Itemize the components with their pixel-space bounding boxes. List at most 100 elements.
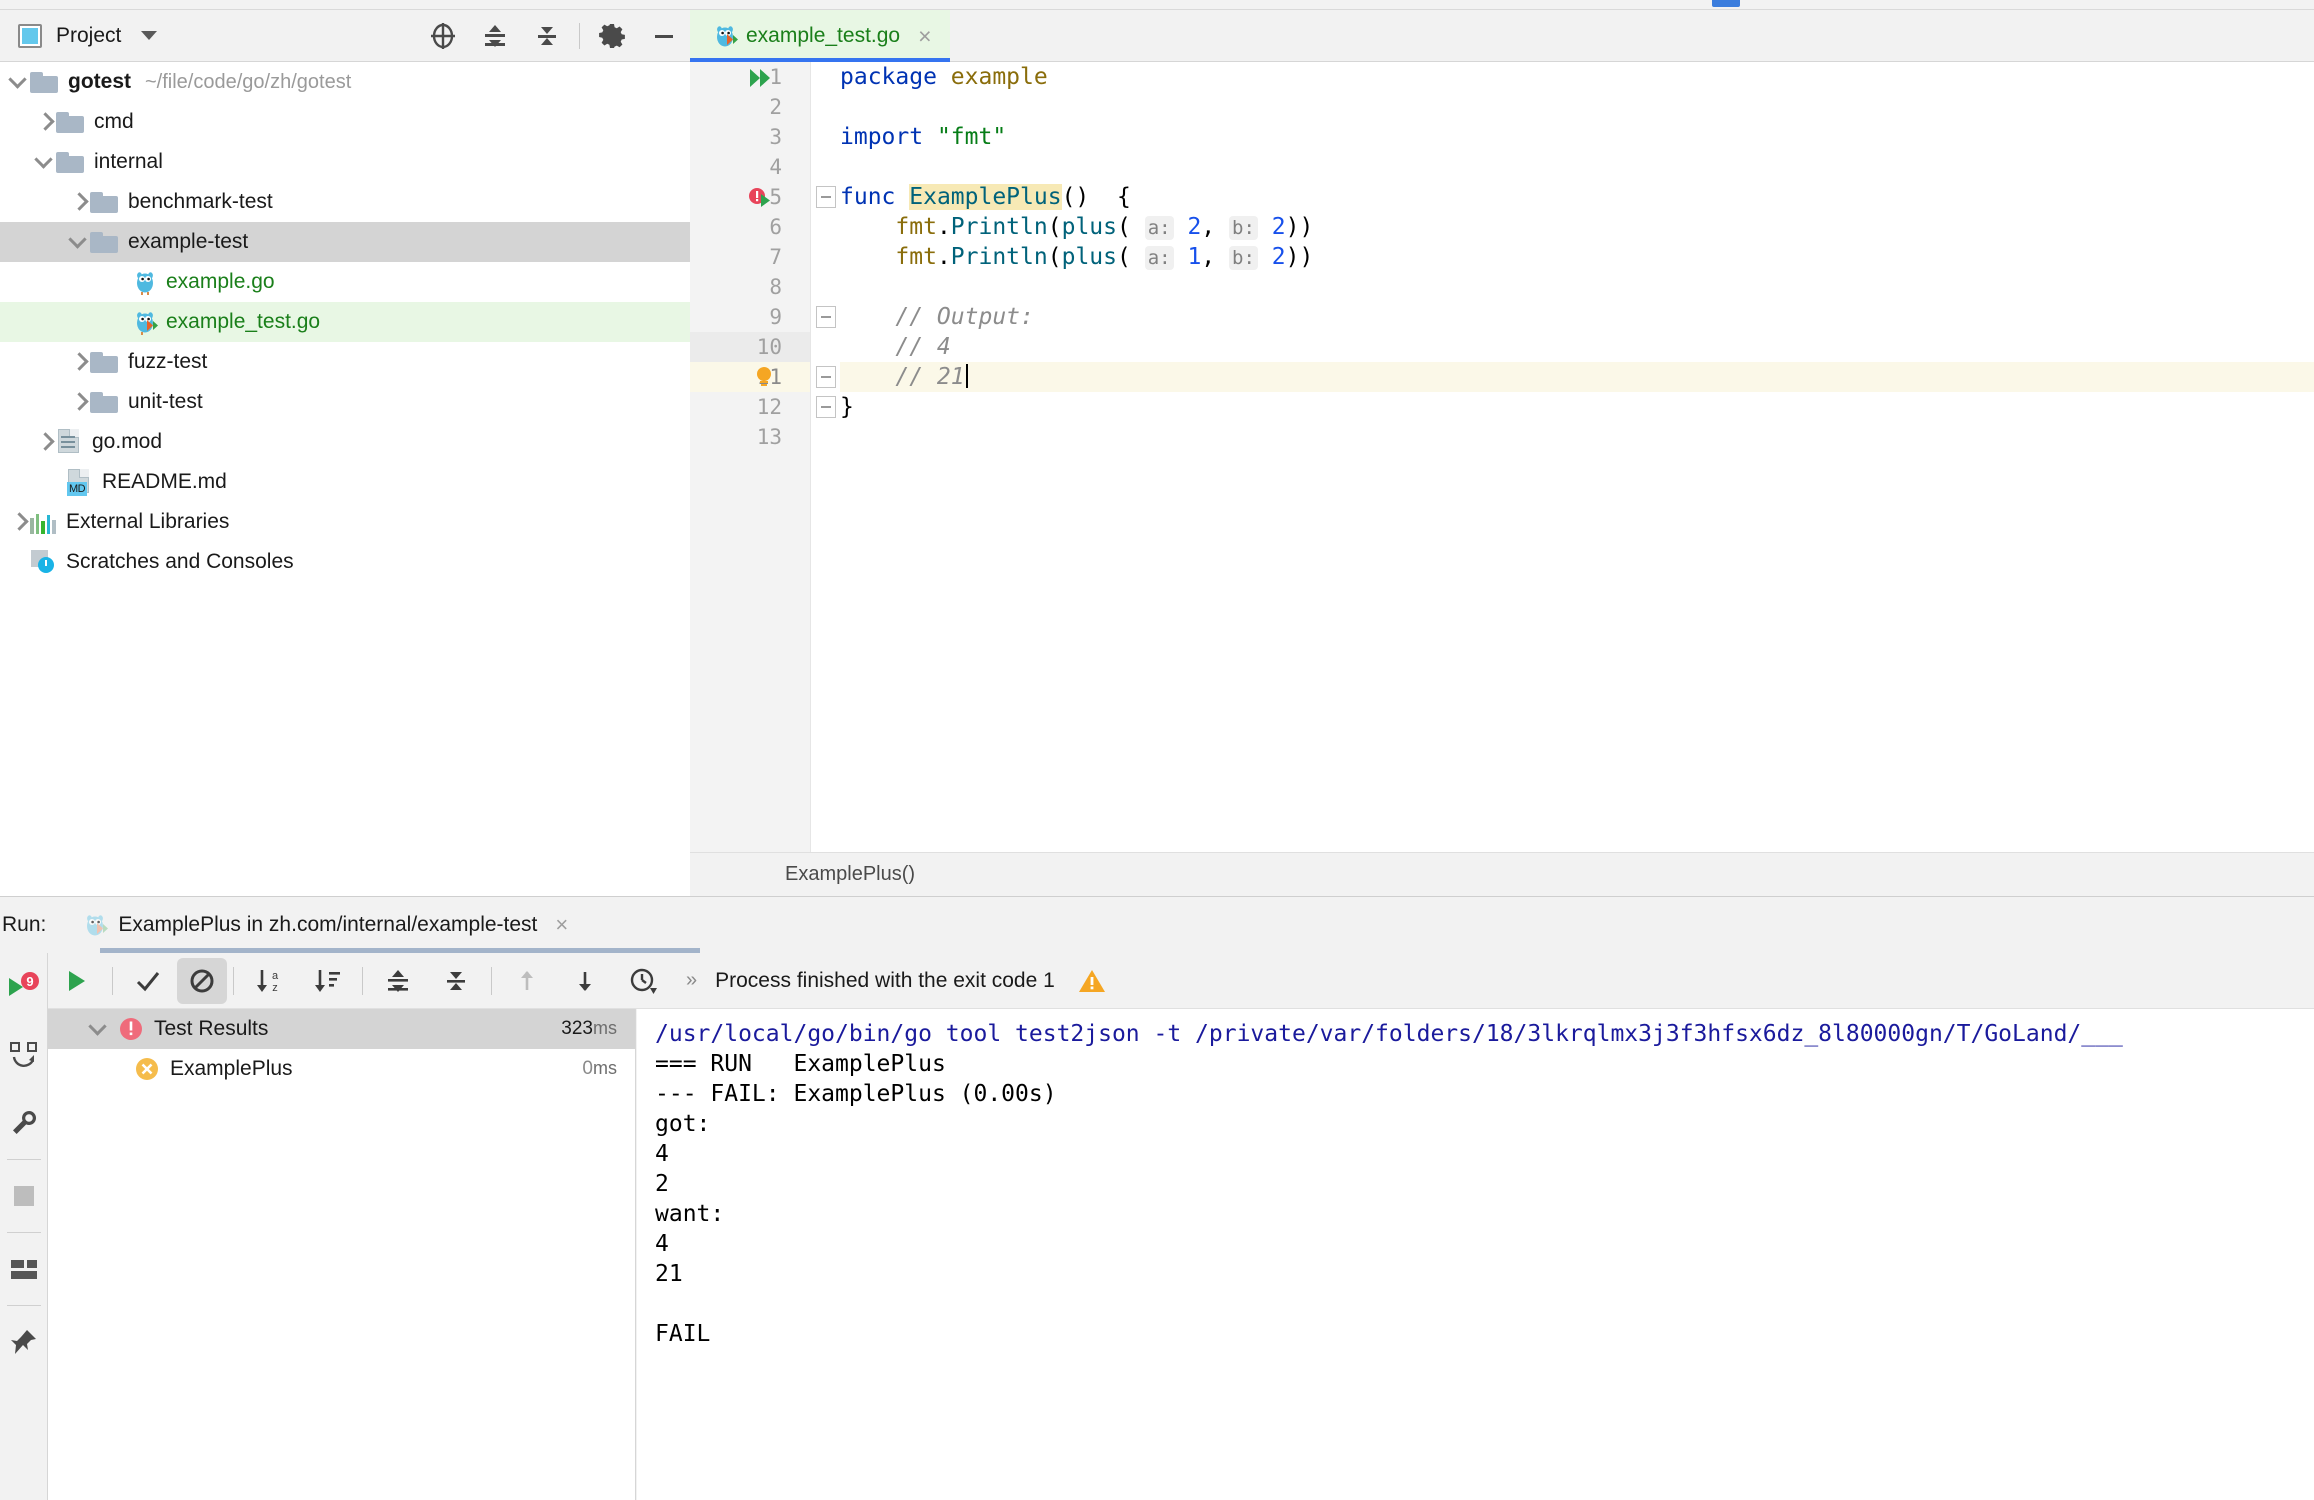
chevron-right-icon[interactable] xyxy=(34,111,56,133)
code-line-10[interactable]: // 4 xyxy=(840,332,2314,362)
breadcrumb[interactable]: ExamplePlus() xyxy=(690,852,2314,896)
chevron-right-icon[interactable] xyxy=(34,431,56,453)
tree-item-example-test-go[interactable]: example_test.go xyxy=(0,302,690,342)
show-passed-icon[interactable] xyxy=(119,953,177,1009)
tree-item-scratches-and-consoles[interactable]: Scratches and Consoles xyxy=(0,542,690,582)
tree-item-label: Scratches and Consoles xyxy=(66,550,294,573)
tree-item-example-test[interactable]: example-test xyxy=(0,222,690,262)
code-line-12[interactable]: } xyxy=(840,392,2314,422)
settings-wrench-icon[interactable] xyxy=(0,1089,48,1157)
fold-marker-icon[interactable] xyxy=(816,366,836,388)
chevron-down-icon[interactable] xyxy=(34,151,56,173)
token: plus xyxy=(1061,214,1117,240)
editor-tab-label: example_test.go xyxy=(746,24,901,47)
fold-marker-icon[interactable] xyxy=(816,186,836,208)
rerun-with-badge-icon[interactable]: 9 xyxy=(0,953,48,1021)
tree-item-label: internal xyxy=(94,150,163,173)
tree-item-label: example_test.go xyxy=(166,310,321,333)
code-line-9[interactable]: // Output: xyxy=(840,302,2314,332)
line-number: 4 xyxy=(769,155,782,179)
tree-item-cmd[interactable]: cmd xyxy=(0,102,690,142)
run-icon[interactable] xyxy=(48,953,106,1009)
chevron-down-icon[interactable] xyxy=(68,231,90,253)
console-output[interactable]: /usr/local/go/bin/go tool test2json -t /… xyxy=(637,1009,2314,1500)
chevron-right-icon[interactable] xyxy=(68,351,90,373)
minimize-icon[interactable] xyxy=(638,10,690,62)
chevron-right-icon[interactable] xyxy=(68,391,90,413)
tree-item-go-mod[interactable]: go.mod xyxy=(0,422,690,462)
tree-item-readme-md[interactable]: MD README.md xyxy=(0,462,690,502)
editor-gutter[interactable]: 1 2 3 4 5 6 7 8 9 10 12 13 xyxy=(690,62,810,852)
fold-marker-icon[interactable] xyxy=(816,306,836,328)
token: package xyxy=(840,64,951,90)
project-tree[interactable]: gotest ~/file/code/go/zh/gotest cmd inte… xyxy=(0,62,690,896)
status-chevron-icon[interactable]: » xyxy=(686,969,697,992)
editor-tab-example-test-go[interactable]: example_test.go × xyxy=(690,10,950,63)
code-line-3[interactable]: import "fmt" xyxy=(840,122,2314,152)
editor-fold-column[interactable] xyxy=(810,62,840,852)
code-line-2[interactable] xyxy=(840,92,2314,122)
close-icon[interactable]: × xyxy=(555,912,568,938)
hide-ignored-icon[interactable] xyxy=(177,957,227,1004)
gear-icon[interactable] xyxy=(586,10,638,62)
sort-by-duration-icon[interactable] xyxy=(298,953,356,1009)
next-failed-icon[interactable] xyxy=(556,953,614,1009)
code-line-11[interactable]: // 21 xyxy=(840,362,2314,392)
tree-item-external-libraries[interactable]: External Libraries xyxy=(0,502,690,542)
run-tab-bar: Run: ExamplePlus in zh.com/internal/exam… xyxy=(0,897,2314,953)
test-results-root-row[interactable]: Test Results 323ms xyxy=(48,1009,635,1049)
token: 1 xyxy=(1187,244,1202,270)
sort-alphabetically-icon[interactable]: a z xyxy=(240,953,298,1009)
chevron-right-icon[interactable] xyxy=(8,511,30,533)
rerun-failed-icon[interactable] xyxy=(0,1021,48,1089)
run-all-icon[interactable] xyxy=(748,66,774,90)
chevron-down-icon[interactable] xyxy=(8,71,30,93)
collapse-all-icon[interactable] xyxy=(521,10,573,62)
code-line-13[interactable] xyxy=(840,422,2314,452)
history-icon[interactable] xyxy=(614,953,672,1009)
libraries-icon xyxy=(30,510,56,534)
code-line-6[interactable]: fmt.Println(plus( a: 2, b: 2)) xyxy=(840,212,2314,242)
tree-item-unit-test[interactable]: unit-test xyxy=(0,382,690,422)
stop-icon[interactable] xyxy=(0,1162,48,1230)
tree-item-internal[interactable]: internal xyxy=(0,142,690,182)
warning-icon xyxy=(1077,967,1107,995)
line-number: 3 xyxy=(769,125,782,149)
test-failed-run-icon[interactable] xyxy=(748,186,774,210)
code-line-7[interactable]: fmt.Println(plus( a: 1, b: 2)) xyxy=(840,242,2314,272)
expand-all-icon[interactable] xyxy=(369,953,427,1009)
intention-bulb-icon[interactable] xyxy=(752,365,778,389)
chevron-down-icon[interactable] xyxy=(141,31,158,40)
chevron-right-icon[interactable] xyxy=(68,191,90,213)
project-panel-title: Project xyxy=(56,23,122,47)
run-configuration-tab[interactable]: ExamplePlus in zh.com/internal/example-t… xyxy=(82,897,578,953)
chevron-down-icon[interactable] xyxy=(88,1018,110,1040)
previous-failed-icon[interactable] xyxy=(498,953,556,1009)
tree-item-label: benchmark-test xyxy=(128,190,273,213)
close-icon[interactable]: × xyxy=(918,23,931,50)
collapse-all-icon[interactable] xyxy=(427,953,485,1009)
tree-item-example-go[interactable]: example.go xyxy=(0,262,690,302)
code-line-1[interactable]: package example xyxy=(840,62,2314,92)
tree-item-gotest[interactable]: gotest ~/file/code/go/zh/gotest xyxy=(0,62,690,102)
pin-icon[interactable] xyxy=(0,1308,48,1376)
tree-item-fuzz-test[interactable]: fuzz-test xyxy=(0,342,690,382)
code-line-8[interactable] xyxy=(840,272,2314,302)
test-results-tree[interactable]: Test Results 323ms ExamplePlus 0ms xyxy=(48,1009,636,1500)
go-test-file-icon xyxy=(82,912,109,938)
test-row-exampleplus[interactable]: ExamplePlus 0ms xyxy=(48,1049,635,1089)
editor-area: example_test.go × 1 2 3 4 5 6 7 8 9 10 1… xyxy=(690,10,2314,896)
tree-item-benchmark-test[interactable]: benchmark-test xyxy=(0,182,690,222)
expand-all-icon[interactable] xyxy=(469,10,521,62)
code-line-4[interactable] xyxy=(840,152,2314,182)
line-number: 6 xyxy=(769,215,782,239)
fold-marker-icon[interactable] xyxy=(816,396,836,418)
parameter-hint: b: xyxy=(1229,216,1258,240)
layout-icon[interactable] xyxy=(0,1235,48,1303)
folder-icon xyxy=(56,151,84,173)
locate-icon[interactable] xyxy=(417,10,469,62)
gutter-row: 2 xyxy=(690,92,810,122)
console-line[interactable]: /usr/local/go/bin/go tool test2json -t /… xyxy=(637,1019,2314,1049)
code-editor[interactable]: package example import "fmt" func Exampl… xyxy=(840,62,2314,852)
code-line-5[interactable]: func ExamplePlus() { xyxy=(840,182,2314,212)
